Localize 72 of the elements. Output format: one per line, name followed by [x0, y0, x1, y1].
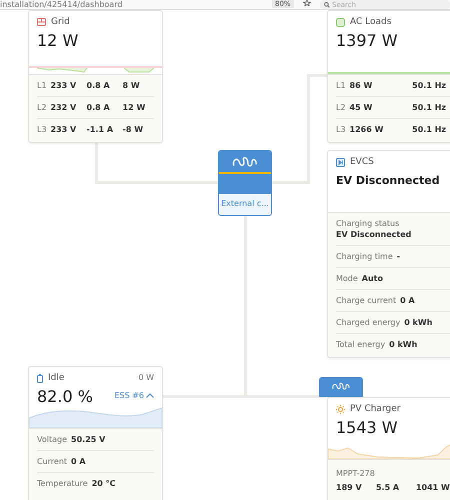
phase-label: L2	[37, 103, 47, 112]
battery-power: 0 W	[138, 373, 154, 382]
row-label: Charge current	[336, 296, 396, 305]
frequency-value: 50.1 Hz	[412, 81, 448, 90]
row-value: 50.25 V	[71, 435, 106, 444]
card-title: Grid	[51, 17, 70, 27]
current-value: 0.8 A	[86, 81, 111, 90]
row-value: 0 A	[71, 457, 86, 466]
phase-label: L1	[336, 81, 346, 90]
state-of-charge: 82.0 %	[37, 387, 93, 406]
ac-loads-icon	[336, 18, 345, 26]
row-label: Temperature	[37, 479, 88, 488]
frequency-value: 50.1 Hz	[412, 125, 448, 134]
coil-logo-icon	[231, 156, 259, 169]
row-label: Mode	[336, 274, 358, 283]
row-label: Voltage	[37, 435, 68, 444]
star-icon[interactable]	[303, 0, 311, 6]
phase-label: L3	[37, 125, 47, 134]
card-title: EVCS	[350, 157, 374, 167]
power-value: -8 W	[122, 125, 144, 134]
pv-charger-card[interactable]: PV Charger 1543 W MPPT-278 189 V 5.5 A 1041 W	[327, 397, 450, 500]
chevron-up-icon	[146, 393, 154, 398]
current-value: 0.8 A	[86, 103, 111, 112]
inverter-label: External c...	[220, 198, 270, 210]
power-value: 45 W	[350, 103, 374, 112]
power-value: 1266 W	[350, 125, 384, 134]
voltage-value: 233 V	[50, 125, 78, 134]
grid-card[interactable]: Grid 12 W L1 233 V 0.8 A 8 W L2 232 V 0.8 A 12 W L3 233 V -1.1 A -8 W	[28, 10, 163, 143]
phase-label: L2	[336, 103, 346, 112]
coil-logo-icon	[331, 382, 351, 391]
row-value: -	[396, 252, 400, 261]
row-value: EV Disconnected	[336, 230, 412, 239]
power-value: 1543 W	[336, 418, 398, 437]
power-value: 86 W	[350, 81, 374, 90]
card-title: PV Charger	[350, 404, 400, 414]
phase-label: L1	[37, 81, 47, 90]
address-text[interactable]: installation/425414/dashboard	[0, 0, 122, 9]
row-value: 0 kWh	[404, 318, 432, 327]
card-title: Idle	[48, 373, 64, 383]
battery-icon	[37, 374, 43, 382]
device-name: MPPT-278	[336, 468, 375, 478]
frequency-value: 50.1 Hz	[412, 103, 448, 112]
power-value: 8 W	[122, 81, 141, 90]
power-value: 1041 W	[416, 482, 450, 492]
power-value: 12 W	[122, 103, 146, 112]
current-value: -1.1 A	[86, 125, 114, 134]
card-title: AC Loads	[350, 17, 392, 27]
row-label: Current	[37, 457, 68, 466]
row-label: Charging time	[336, 252, 393, 261]
ac-loads-card[interactable]: AC Loads 1397 W L1 86 W 50.1 Hz L2 45 W 50.1 Hz L3 1266 W 50.1 Hz	[327, 10, 450, 143]
voltage-value: 232 V	[50, 103, 78, 112]
battery-card[interactable]: Idle 0 W 82.0 % ESS #6 Voltage 50.25 V Current 0 A Temperature 20 °C	[28, 366, 163, 500]
charger-status: EV Disconnected	[336, 174, 441, 187]
row-value: Auto	[362, 274, 384, 283]
row-label: Total energy	[336, 340, 386, 349]
sun-icon	[336, 404, 345, 414]
current-value: 5.5 A	[376, 482, 400, 492]
row-label: Charging status	[336, 219, 400, 228]
row-label: Charged energy	[336, 318, 400, 327]
evcs-card[interactable]: EVCS EV Disconnected Charging status EV Disconnected Charging time - Mode Auto Charge current 0 A Charged energy 0 kWh Total energy 0 kWh	[327, 150, 450, 358]
power-value: 12 W	[37, 31, 78, 50]
phase-label: L3	[336, 125, 346, 134]
voltage-value: 233 V	[50, 81, 78, 90]
search-icon	[324, 2, 330, 8]
row-value: 0 A	[400, 296, 415, 305]
charger-node[interactable]	[319, 377, 363, 397]
row-value: 20 °C	[92, 479, 116, 488]
power-value: 1397 W	[336, 31, 398, 50]
row-value: 0 kWh	[389, 340, 418, 349]
voltage-value: 189 V	[336, 482, 363, 492]
grid-icon	[37, 18, 46, 26]
ev-charger-icon	[336, 158, 345, 166]
